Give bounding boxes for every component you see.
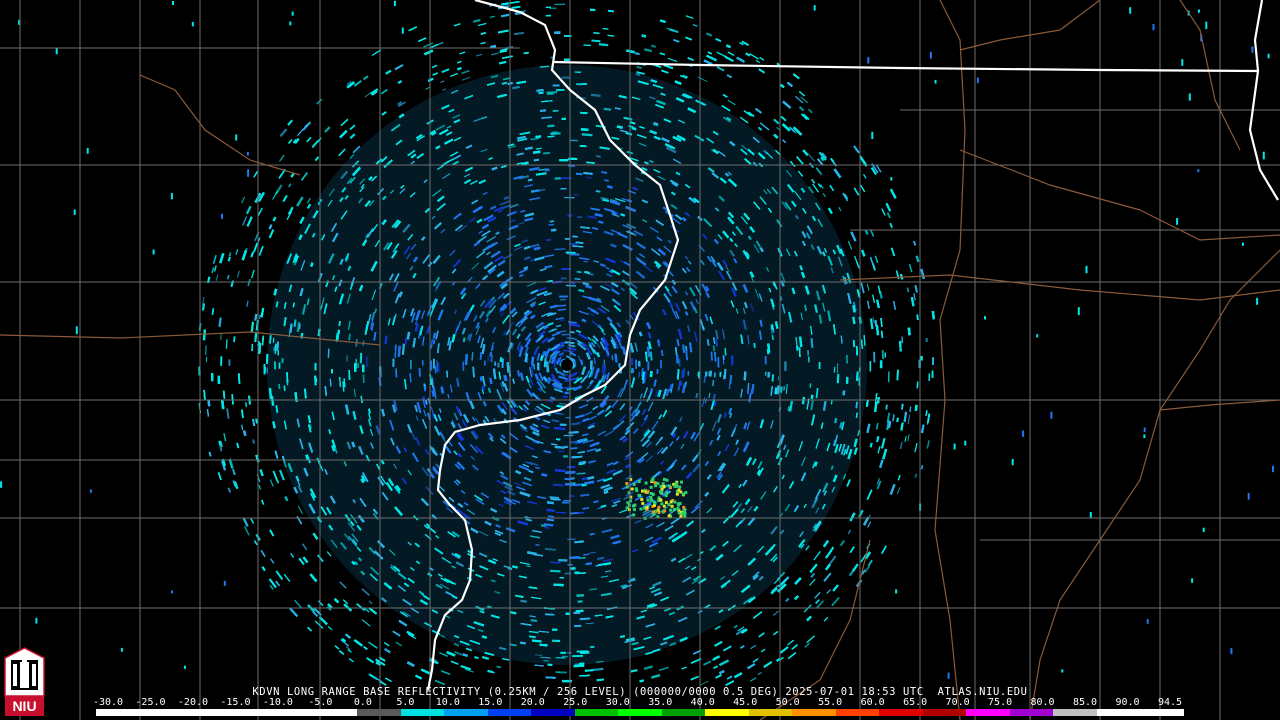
scale-tick-label: 25.0 bbox=[563, 697, 588, 708]
scale-swatch bbox=[400, 709, 445, 716]
scale-swatch bbox=[835, 709, 880, 716]
scale-swatch bbox=[1053, 709, 1097, 716]
scale-tick-label: -20.0 bbox=[177, 697, 209, 708]
scale-swatch bbox=[574, 709, 619, 716]
scale-tick-label: -10.0 bbox=[262, 697, 293, 708]
scale-tick-label: 90.0 bbox=[1115, 697, 1140, 708]
scale-tick-label: 10.0 bbox=[435, 697, 460, 708]
scale-tick-label: 0.0 bbox=[353, 697, 372, 708]
scale-swatch bbox=[1096, 709, 1141, 716]
scale-tick-label: 40.0 bbox=[690, 697, 715, 708]
scale-swatch bbox=[357, 709, 401, 716]
color-scale-bar bbox=[96, 709, 1184, 716]
scale-tick-label: -25.0 bbox=[135, 697, 166, 708]
scale-tick-label: -30.0 bbox=[92, 697, 124, 708]
scale-swatch bbox=[661, 709, 706, 716]
scale-tick-label: 60.0 bbox=[860, 697, 885, 708]
scale-swatch bbox=[270, 709, 314, 716]
scale-tick-label: 30.0 bbox=[605, 697, 630, 708]
scale-swatch bbox=[792, 709, 836, 716]
scale-tick-label: 65.0 bbox=[903, 697, 928, 708]
scale-swatch bbox=[183, 709, 227, 716]
scale-tick-label: -5.0 bbox=[308, 697, 333, 708]
scale-swatch bbox=[226, 709, 271, 716]
scale-swatch bbox=[139, 709, 184, 716]
scale-tick-label: 35.0 bbox=[648, 697, 673, 708]
scale-tick-label: 75.0 bbox=[988, 697, 1013, 708]
scale-swatch bbox=[487, 709, 532, 716]
scale-swatch bbox=[96, 709, 140, 716]
scale-tick-label: -15.0 bbox=[220, 697, 251, 708]
scale-tick-label: 15.0 bbox=[478, 697, 503, 708]
scale-swatch bbox=[748, 709, 793, 716]
scale-swatch bbox=[313, 709, 358, 716]
scale-swatch bbox=[1140, 709, 1184, 716]
radar-site-marker bbox=[561, 359, 573, 371]
scale-swatch bbox=[966, 709, 1010, 716]
scale-swatch bbox=[705, 709, 749, 716]
scale-tick-label: 50.0 bbox=[775, 697, 800, 708]
scale-tick-label: 85.0 bbox=[1072, 697, 1098, 708]
scale-tick-label: 80.0 bbox=[1030, 697, 1055, 708]
scale-swatch bbox=[922, 709, 967, 716]
scale-swatch bbox=[879, 709, 923, 716]
scale-swatch bbox=[444, 709, 488, 716]
color-scale-labels: -30.0 -25.0 -20.0 -15.0 -10.0 -5.0 0.0 5.0 10.0 1… bbox=[0, 697, 1280, 709]
scale-swatch bbox=[1009, 709, 1054, 716]
scale-tick-label: 70.0 bbox=[945, 697, 970, 708]
radar-map bbox=[0, 0, 1280, 720]
scale-tick-label: 94.5 bbox=[1157, 697, 1183, 708]
scale-tick-label: 45.0 bbox=[733, 697, 758, 708]
scale-tick-label: 5.0 bbox=[396, 697, 415, 708]
scale-swatch bbox=[531, 709, 575, 716]
scale-swatch bbox=[618, 709, 662, 716]
scale-tick-label: 20.0 bbox=[520, 697, 545, 708]
scale-tick-label: 55.0 bbox=[818, 697, 843, 708]
